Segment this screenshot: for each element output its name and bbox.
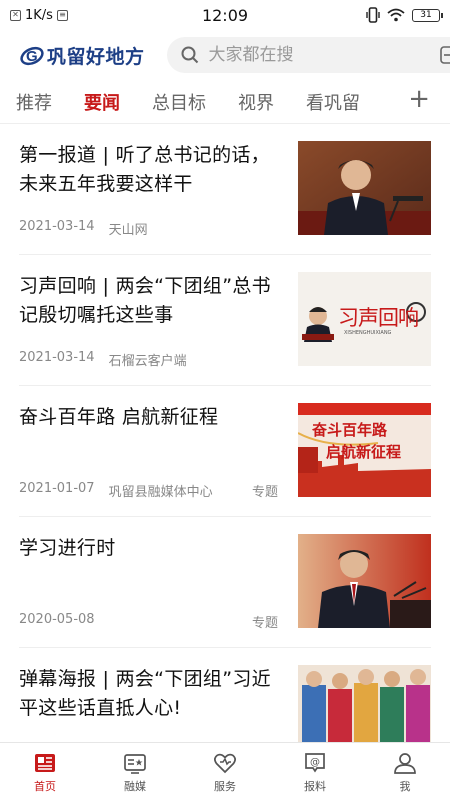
news-date: 2021-03-14: [19, 219, 95, 234]
nav-label: 我: [399, 779, 411, 793]
topic-tag: 专题: [251, 485, 278, 500]
nav-label: 首页: [34, 779, 56, 793]
scan-button[interactable]: [438, 44, 450, 66]
news-title: 弹幕海报 | 两会“下团组”习近平这些话直抵人心!: [19, 668, 271, 719]
news-source: 巩留县融媒体中心: [108, 485, 213, 500]
news-title: 第一报道 | 听了总书记的话，未来五年我要这样干: [19, 144, 270, 195]
scan-icon: [439, 46, 450, 64]
user-icon: [394, 752, 416, 774]
news-item[interactable]: 习声回响 | 两会“下团组”总书记殷切嘱托这些事 2021-03-14 石榴云客…: [19, 255, 431, 386]
news-date: 2021-03-14: [19, 350, 95, 365]
news-title: 习声回响 | 两会“下团组”总书记殷切嘱托这些事: [19, 275, 271, 326]
news-item[interactable]: 学习进行时 2020-05-08 专题: [19, 517, 431, 648]
news-item[interactable]: 第一报道 | 听了总书记的话，未来五年我要这样干 2021-03-14 天山网: [19, 124, 431, 255]
news-title: 学习进行时: [19, 537, 116, 559]
tab-vision[interactable]: 视界: [238, 89, 274, 115]
search-bar[interactable]: [166, 37, 450, 73]
nav-home[interactable]: 首页: [0, 743, 90, 800]
notification-close-icon: ✕: [10, 9, 21, 21]
channel-tabs: 推荐 要闻 总目标 视界 看巩留: [0, 80, 450, 124]
news-item[interactable]: 奋斗百年路 启航新征程 2021-01-07 巩留县融媒体中心 专题 奋斗百年路…: [19, 386, 431, 517]
search-input[interactable]: [208, 45, 428, 65]
news-date: 2020-05-08: [19, 612, 95, 627]
news-title: 奋斗百年路 启航新征程: [19, 406, 219, 428]
search-icon: [181, 46, 198, 64]
app-logo[interactable]: G 巩留好地方: [20, 42, 145, 69]
thumbnail-title-line2: 启航新征程: [326, 443, 402, 461]
tab-gongliu[interactable]: 看巩留: [306, 89, 360, 115]
news-source: 天山网: [108, 223, 148, 238]
nav-service[interactable]: 服务: [180, 743, 270, 800]
nav-label: 服务: [214, 779, 236, 793]
at-chat-icon: @: [305, 752, 325, 773]
media-card-icon: [124, 753, 146, 774]
nav-media[interactable]: 融媒: [90, 743, 180, 800]
nav-report[interactable]: @ 报料: [270, 743, 360, 800]
network-speed: 1K/s: [25, 7, 53, 23]
add-channel-button[interactable]: +: [408, 86, 430, 112]
logo-icon: G: [20, 46, 44, 66]
nav-me[interactable]: 我: [360, 743, 450, 800]
news-date: 2021-01-07: [19, 481, 95, 496]
news-thumbnail: 奋斗百年路 启航新征程: [298, 403, 431, 497]
battery-icon: 31: [412, 8, 443, 22]
app-header: G 巩留好地方: [0, 30, 450, 80]
thumbnail-title-line1: 奋斗百年路: [312, 421, 388, 439]
wifi-icon: [387, 8, 405, 22]
news-feed: 第一报道 | 听了总书记的话，未来五年我要这样干 2021-03-14 天山网 …: [0, 124, 450, 779]
news-thumbnail: [298, 534, 431, 628]
svg-text:@: @: [310, 757, 320, 768]
newspaper-icon: [35, 753, 55, 772]
tab-recommend[interactable]: 推荐: [16, 89, 52, 115]
heart-icon: [214, 753, 236, 773]
battery-level: 31: [420, 10, 432, 20]
status-bar: ✕ 1K/s ≡ 12:09 31: [0, 0, 450, 30]
news-source: 石榴云客户端: [108, 354, 187, 369]
thumbnail-logo-text: 习声回响: [338, 306, 419, 330]
logo-text: 巩留好地方: [47, 45, 145, 68]
thumbnail-logo-subtitle: XISHENGHUIXIANG: [344, 330, 392, 336]
tab-headlines[interactable]: 要闻: [84, 89, 120, 115]
hd-icon: ≡: [56, 9, 68, 21]
tab-goals[interactable]: 总目标: [152, 89, 206, 115]
nav-label: 融媒: [124, 779, 146, 793]
nav-label: 报料: [304, 779, 326, 793]
news-thumbnail: [298, 141, 431, 235]
news-thumbnail: 习声回响 XISHENGHUIXIANG: [298, 272, 431, 366]
topic-tag: 专题: [251, 616, 278, 631]
bottom-nav: 首页 融媒 服务 @ 报料 我: [0, 742, 450, 800]
svg-text:G: G: [26, 48, 38, 65]
vibrate-icon: [366, 7, 380, 23]
